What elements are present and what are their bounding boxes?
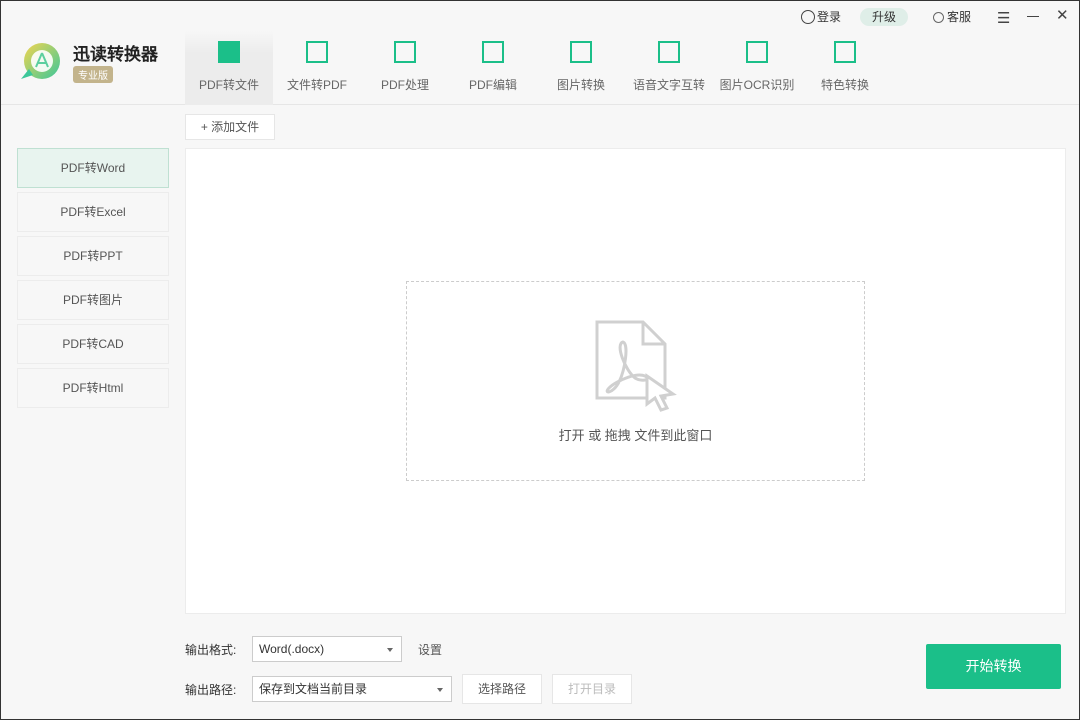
drop-hint: 打开 或 拖拽 文件到此窗口: [558, 428, 713, 443]
edition-badge: 专业版: [73, 66, 113, 83]
headset-icon: [933, 12, 944, 23]
caret-down-icon: [387, 648, 393, 655]
sidebar-item-1[interactable]: PDF转Excel: [17, 192, 169, 232]
caret-down-icon: [437, 688, 443, 695]
pdf-process-icon: [394, 41, 416, 63]
image-convert-icon: [570, 41, 592, 63]
service-button[interactable]: 客服: [933, 8, 971, 25]
minimize-icon[interactable]: [1027, 16, 1039, 17]
drop-zone[interactable]: 打开 或 拖拽 文件到此窗口: [406, 281, 865, 481]
user-icon: [801, 10, 815, 24]
output-path-value: 保存到文档当前目录: [259, 682, 368, 696]
tab-3[interactable]: PDF编辑: [449, 31, 537, 105]
tab-label: PDF编辑: [468, 78, 517, 92]
tab-label: 图片转换: [556, 78, 605, 92]
add-file-button[interactable]: + 添加文件: [185, 114, 275, 140]
choose-path-button[interactable]: 选择路径: [462, 674, 542, 704]
speech-text-icon: [658, 41, 680, 63]
app-logo-icon: [21, 43, 60, 79]
service-label: 客服: [947, 10, 972, 24]
tab-label: 特色转换: [820, 78, 869, 92]
pdf-edit-icon: [482, 41, 504, 63]
ocr-icon: [746, 41, 768, 63]
tab-0[interactable]: PDF转文件: [185, 31, 273, 105]
output-format-value: Word(.docx): [259, 642, 325, 656]
output-path-label: 输出路径:: [185, 683, 237, 697]
start-convert-button[interactable]: 开始转换: [926, 644, 1061, 689]
tab-label: PDF转文件: [198, 78, 259, 92]
settings-link[interactable]: 设置: [418, 641, 442, 658]
tab-label: PDF处理: [380, 78, 429, 92]
tab-7[interactable]: 特色转换: [801, 31, 889, 105]
special-convert-icon: [834, 41, 856, 63]
tab-6[interactable]: 图片OCR识别: [713, 31, 801, 105]
output-path-select[interactable]: 保存到文档当前目录: [252, 676, 452, 702]
sidebar-item-0[interactable]: PDF转Word: [17, 148, 169, 188]
close-icon[interactable]: ✕: [1056, 6, 1069, 24]
sidebar-item-3[interactable]: PDF转图片: [17, 280, 169, 320]
tab-5[interactable]: 语音文字互转: [625, 31, 713, 105]
output-format-select[interactable]: Word(.docx): [252, 636, 402, 662]
output-format-label: 输出格式:: [185, 643, 237, 657]
sidebar-item-4[interactable]: PDF转CAD: [17, 324, 169, 364]
open-directory-button[interactable]: 打开目录: [552, 674, 632, 704]
tab-4[interactable]: 图片转换: [537, 31, 625, 105]
tab-label: 文件转PDF: [286, 78, 347, 92]
tab-label: 图片OCR识别: [719, 78, 795, 92]
tab-2[interactable]: PDF处理: [361, 31, 449, 105]
tab-label: 语音文字互转: [632, 78, 705, 92]
tab-1[interactable]: 文件转PDF: [273, 31, 361, 105]
login-button[interactable]: 登录: [801, 8, 841, 25]
pdf-to-file-icon: [218, 41, 240, 63]
pdf-file-icon: [595, 320, 677, 412]
sidebar-item-5[interactable]: PDF转Html: [17, 368, 169, 408]
login-label: 登录: [817, 10, 842, 24]
menu-icon[interactable]: ☰: [997, 9, 1010, 27]
sidebar-item-2[interactable]: PDF转PPT: [17, 236, 169, 276]
file-to-pdf-icon: [306, 41, 328, 63]
upgrade-button[interactable]: 升级: [860, 8, 908, 26]
app-name: 迅读转换器: [73, 45, 158, 64]
